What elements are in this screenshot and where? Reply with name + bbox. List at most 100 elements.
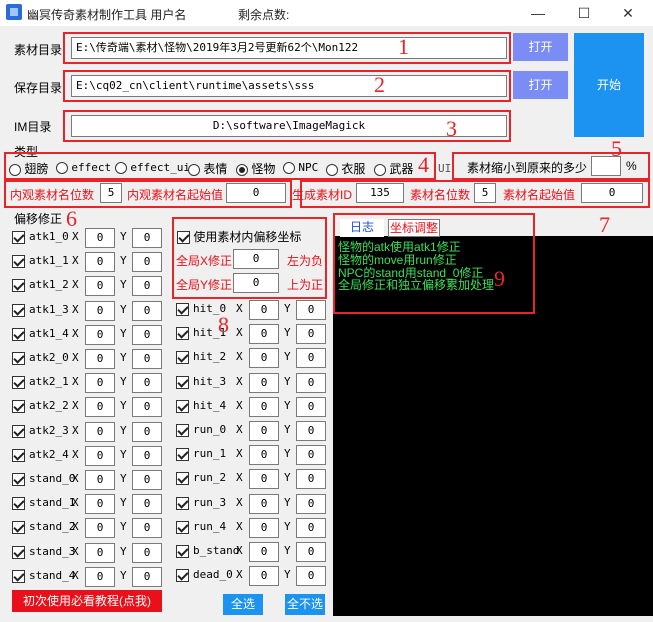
- y-offset-input[interactable]: 0: [296, 421, 326, 441]
- x-offset-input[interactable]: 0: [249, 542, 279, 562]
- offset-checkbox[interactable]: [176, 424, 189, 437]
- y-offset-input[interactable]: 0: [132, 494, 162, 515]
- offset-checkbox[interactable]: [12, 497, 25, 511]
- x-offset-input[interactable]: 0: [249, 493, 279, 514]
- source-dir-field[interactable]: E:\传奇端\素材\怪物\2019年3月2号更新62个\Mon122: [71, 37, 507, 59]
- offset-checkbox[interactable]: [12, 255, 25, 269]
- x-offset-input[interactable]: 0: [85, 300, 115, 321]
- x-offset-input[interactable]: 0: [249, 324, 279, 345]
- x-offset-input[interactable]: 0: [85, 276, 115, 297]
- radio-circle[interactable]: [374, 163, 386, 176]
- inner-digits-input[interactable]: 5: [100, 183, 122, 203]
- offset-checkbox[interactable]: [176, 472, 189, 486]
- x-offset-input[interactable]: 0: [85, 228, 115, 248]
- x-offset-input[interactable]: 0: [249, 372, 279, 393]
- offset-checkbox[interactable]: [12, 279, 25, 293]
- save-dir-field[interactable]: E:\cq02_cn\client\runtime\assets\sss: [71, 75, 507, 97]
- offset-checkbox[interactable]: [176, 351, 189, 365]
- maximize-icon[interactable]: ☐: [561, 0, 607, 26]
- radio-wing[interactable]: 翅膀: [9, 160, 48, 177]
- tutorial-button[interactable]: 初次使用必看教程(点我): [12, 590, 162, 612]
- inner-offset-checkbox[interactable]: 使用素材内偏移坐标: [177, 228, 301, 245]
- x-offset-input[interactable]: 0: [249, 566, 279, 587]
- x-offset-input[interactable]: 0: [85, 349, 115, 369]
- x-offset-input[interactable]: 0: [85, 470, 115, 490]
- x-offset-input[interactable]: 0: [85, 397, 115, 418]
- select-all-button[interactable]: 全选: [223, 594, 263, 615]
- offset-checkbox[interactable]: [176, 569, 189, 583]
- offset-checkbox[interactable]: [176, 303, 189, 316]
- y-offset-input[interactable]: 0: [296, 566, 326, 587]
- offset-checkbox[interactable]: [12, 448, 25, 462]
- offset-checkbox[interactable]: [12, 424, 25, 438]
- checkbox-box[interactable]: [177, 231, 190, 245]
- radio-clothes[interactable]: 衣服: [326, 160, 365, 177]
- y-offset-input[interactable]: 0: [296, 324, 326, 345]
- offset-checkbox[interactable]: [12, 569, 25, 583]
- inner-start-input[interactable]: 0: [226, 183, 286, 203]
- y-offset-input[interactable]: 0: [296, 542, 326, 562]
- x-offset-input[interactable]: 0: [85, 566, 115, 587]
- y-offset-input[interactable]: 0: [296, 445, 326, 466]
- offset-checkbox[interactable]: [176, 448, 189, 462]
- y-offset-input[interactable]: 0: [296, 372, 326, 393]
- y-offset-input[interactable]: 0: [132, 421, 162, 442]
- x-offset-input[interactable]: 0: [249, 517, 279, 538]
- open-save-button[interactable]: 打开: [513, 71, 568, 99]
- offset-checkbox[interactable]: [12, 352, 25, 365]
- x-offset-input[interactable]: 0: [85, 421, 115, 442]
- radio-circle[interactable]: [326, 163, 338, 176]
- radio-circle[interactable]: [56, 161, 68, 174]
- offset-checkbox[interactable]: [176, 545, 189, 558]
- y-offset-input[interactable]: 0: [132, 470, 162, 490]
- radio-weapon[interactable]: 武器: [374, 160, 413, 177]
- x-offset-input[interactable]: 0: [249, 300, 279, 320]
- close-icon[interactable]: ✕: [605, 0, 651, 26]
- radio-circle[interactable]: [283, 161, 295, 174]
- radio-effect[interactable]: effect: [56, 160, 111, 174]
- y-offset-input[interactable]: 0: [132, 349, 162, 369]
- y-offset-input[interactable]: 0: [132, 228, 162, 248]
- offset-checkbox[interactable]: [12, 473, 25, 486]
- global-x-input[interactable]: 0: [233, 249, 279, 269]
- x-offset-input[interactable]: 0: [85, 542, 115, 563]
- offset-checkbox[interactable]: [12, 303, 25, 317]
- offset-checkbox[interactable]: [176, 496, 189, 510]
- radio-circle[interactable]: [9, 163, 21, 176]
- y-offset-input[interactable]: 0: [132, 373, 162, 394]
- x-offset-input[interactable]: 0: [85, 518, 115, 539]
- open-source-button[interactable]: 打开: [513, 33, 568, 61]
- radio-monster[interactable]: 怪物: [236, 160, 275, 177]
- y-offset-input[interactable]: 0: [132, 445, 162, 466]
- scale-input[interactable]: [591, 156, 621, 176]
- gen-digits-input[interactable]: 5: [474, 183, 496, 203]
- offset-checkbox[interactable]: [12, 400, 25, 414]
- radio-circle[interactable]: [115, 161, 127, 174]
- radio-circle[interactable]: [188, 163, 200, 176]
- gen-id-input[interactable]: 135: [356, 183, 404, 203]
- global-y-input[interactable]: 0: [233, 273, 279, 293]
- y-offset-input[interactable]: 0: [132, 300, 162, 321]
- x-offset-input[interactable]: 0: [85, 252, 115, 273]
- offset-checkbox[interactable]: [12, 327, 25, 341]
- x-offset-input[interactable]: 0: [85, 445, 115, 466]
- offset-checkbox[interactable]: [176, 327, 189, 341]
- y-offset-input[interactable]: 0: [296, 348, 326, 369]
- y-offset-input[interactable]: 0: [132, 252, 162, 273]
- offset-checkbox[interactable]: [12, 231, 25, 244]
- y-offset-input[interactable]: 0: [296, 493, 326, 514]
- y-offset-input[interactable]: 0: [132, 518, 162, 539]
- gen-start-input[interactable]: 0: [581, 183, 643, 203]
- radio-npc[interactable]: NPC: [283, 160, 318, 174]
- offset-checkbox[interactable]: [12, 376, 25, 390]
- radio-effect-ui[interactable]: effect_ui: [115, 160, 190, 174]
- y-offset-input[interactable]: 0: [132, 324, 162, 345]
- x-offset-input[interactable]: 0: [249, 396, 279, 417]
- x-offset-input[interactable]: 0: [249, 469, 279, 490]
- y-offset-input[interactable]: 0: [132, 397, 162, 418]
- y-offset-input[interactable]: 0: [296, 517, 326, 538]
- x-offset-input[interactable]: 0: [85, 373, 115, 394]
- offset-checkbox[interactable]: [176, 375, 189, 389]
- y-offset-input[interactable]: 0: [296, 469, 326, 490]
- y-offset-input[interactable]: 0: [296, 300, 326, 320]
